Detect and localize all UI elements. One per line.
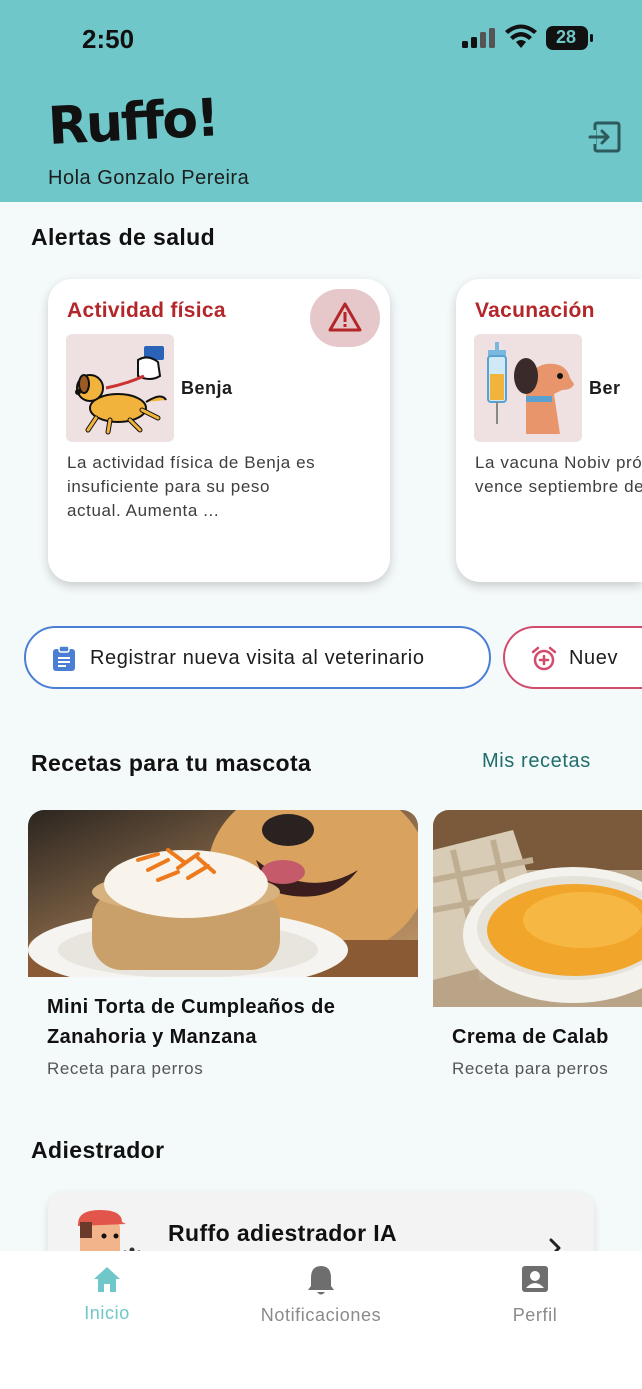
wifi-icon	[505, 24, 537, 48]
logout-icon[interactable]	[588, 120, 622, 154]
tab-label: Perfil	[512, 1305, 558, 1325]
svg-text:Ruffo!: Ruffo!	[46, 88, 216, 156]
recipe-card-cake[interactable]: Mini Torta de Cumpleaños de Zanahoria y …	[28, 810, 418, 1090]
alert-pet-name: Benja	[181, 378, 233, 398]
clipboard-icon	[53, 646, 75, 671]
tab-label: Inicio	[84, 1303, 130, 1323]
profile-icon	[522, 1266, 548, 1292]
app-header: 2:50 28 Ruffo! Hola Gonzalo Pereira	[0, 0, 642, 202]
recipe-card-pumpkin[interactable]: Crema de Calab Receta para perros	[433, 810, 642, 1090]
recipe-image	[433, 810, 642, 1007]
recipe-title: Crema de Calab	[452, 1026, 609, 1048]
ai-trainer-title: Ruffo adiestrador IA	[168, 1220, 398, 1246]
ruffo-logo: Ruffo!	[46, 88, 216, 156]
alert-title: Actividad física	[67, 299, 226, 322]
trainer-section-title: Adiestrador	[31, 1137, 165, 1163]
my-recipes-link[interactable]: Mis recetas	[482, 750, 591, 773]
tab-inicio[interactable]: Inicio	[0, 1251, 214, 1389]
status-time: 2:50	[82, 24, 135, 54]
alert-title: Vacunación	[475, 299, 595, 322]
bottom-tab-bar: Inicio Notificaciones Perfil	[0, 1251, 642, 1389]
greeting-text: Hola Gonzalo Pereira	[48, 167, 250, 189]
bell-icon	[308, 1266, 334, 1295]
vaccine-dog-icon	[474, 334, 582, 442]
recipe-image	[28, 810, 418, 977]
alert-pet-name: Ber	[589, 378, 621, 398]
register-vet-visit-button[interactable]: Registrar nueva visita al veterinario	[24, 626, 491, 689]
alert-card-vaccination[interactable]: Vacunación Ber La vacuna Nobiv próxima a…	[456, 279, 642, 582]
tab-perfil[interactable]: Perfil	[428, 1251, 642, 1389]
tab-notificaciones[interactable]: Notificaciones	[214, 1251, 428, 1389]
warning-badge[interactable]	[310, 289, 380, 347]
recipe-title: Mini Torta de Cumpleaños de Zanahoria y …	[47, 996, 336, 1048]
recipe-subtitle: Receta para perros	[47, 1059, 204, 1078]
dog-walking-icon	[66, 334, 174, 442]
alarm-clock-icon	[531, 646, 557, 671]
alert-description: La actividad física de Benja es insufici…	[67, 453, 316, 520]
alerts-section-title: Alertas de salud	[31, 224, 216, 250]
alert-description: La vacuna Nobiv próxima a vence septiemb…	[475, 453, 642, 496]
cellular-signal-icon	[462, 28, 495, 48]
battery-level: 28	[555, 27, 577, 47]
new-reminder-button[interactable]: Nuev	[503, 626, 642, 689]
new-reminder-label: Nuev	[569, 647, 619, 669]
tab-label: Notificaciones	[260, 1305, 382, 1325]
register-vet-visit-label: Registrar nueva visita al veterinario	[90, 647, 425, 669]
home-icon	[94, 1267, 120, 1292]
recipe-subtitle: Receta para perros	[452, 1059, 609, 1078]
alert-card-activity[interactable]: Actividad física Benja La actividad físi…	[48, 279, 390, 582]
recipes-section-title: Recetas para tu mascota	[31, 750, 312, 776]
warning-icon	[328, 302, 362, 332]
